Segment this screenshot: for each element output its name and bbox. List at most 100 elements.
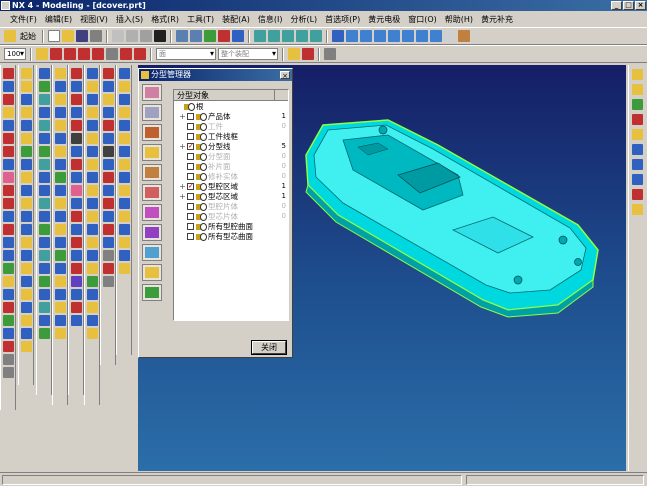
tool-icon[interactable]	[2, 133, 14, 144]
tool-icon[interactable]	[102, 172, 114, 183]
open-file-icon[interactable]	[62, 30, 74, 42]
save-icon[interactable]	[76, 30, 88, 42]
tool-icon[interactable]	[2, 250, 14, 261]
tool-icon[interactable]	[54, 237, 66, 248]
shaded-view-icon[interactable]	[332, 30, 344, 42]
tool-icon[interactable]	[54, 120, 66, 131]
snap-midpoint-icon[interactable]	[78, 48, 90, 60]
tool-icon[interactable]	[38, 315, 50, 326]
top-view-icon[interactable]	[374, 30, 386, 42]
point-icon[interactable]	[106, 48, 118, 60]
tool-icon[interactable]	[2, 107, 14, 118]
tool-icon[interactable]	[2, 94, 14, 105]
tool-icon[interactable]	[54, 315, 66, 326]
tool-icon[interactable]	[54, 302, 66, 313]
tool-icon[interactable]	[38, 263, 50, 274]
roles-icon[interactable]	[631, 174, 643, 185]
tool-icon[interactable]	[70, 133, 82, 144]
tool-icon[interactable]	[102, 120, 114, 131]
tool-icon[interactable]	[118, 263, 130, 274]
tool-icon[interactable]	[54, 224, 66, 235]
tool-icon[interactable]	[102, 185, 114, 196]
tool-icon[interactable]	[118, 198, 130, 209]
tool-icon[interactable]	[102, 133, 114, 144]
tool-icon[interactable]	[2, 341, 14, 352]
tool-icon[interactable]	[20, 341, 32, 352]
tool-icon[interactable]	[38, 185, 50, 196]
tool-icon[interactable]	[2, 120, 14, 131]
rotate-icon[interactable]	[282, 30, 294, 42]
cut-icon[interactable]	[112, 30, 124, 42]
tool-icon[interactable]	[54, 159, 66, 170]
tool-icon[interactable]	[86, 250, 98, 261]
tool-icon[interactable]	[54, 172, 66, 183]
tool-icon[interactable]	[70, 172, 82, 183]
tree-row[interactable]: 所有型腔曲面	[174, 221, 288, 231]
tree-row[interactable]: + 型芯区域 1	[174, 191, 288, 201]
tool-icon[interactable]	[38, 133, 50, 144]
tool-icon[interactable]	[54, 198, 66, 209]
tool-icon[interactable]	[70, 107, 82, 118]
tool-icon[interactable]	[54, 328, 66, 339]
tool-icon[interactable]	[38, 237, 50, 248]
tool-icon[interactable]	[54, 211, 66, 222]
tool-icon[interactable]	[20, 81, 32, 92]
tool-icon[interactable]	[70, 146, 82, 157]
tool-icon[interactable]	[118, 120, 130, 131]
nx-app-icon[interactable]	[1, 1, 10, 10]
tool-icon[interactable]	[2, 263, 14, 274]
tool-icon[interactable]	[86, 315, 98, 326]
visibility-checkbox[interactable]	[187, 192, 194, 200]
tool-icon[interactable]	[38, 107, 50, 118]
visibility-checkbox[interactable]	[187, 152, 194, 160]
tool-icon[interactable]	[2, 302, 14, 313]
tool-icon[interactable]	[70, 276, 82, 287]
tool-icon[interactable]	[2, 328, 14, 339]
tool-icon[interactable]	[20, 302, 32, 313]
menu-tools[interactable]: 工具(T)	[183, 14, 218, 25]
tool-icon[interactable]	[86, 133, 98, 144]
tool-icon[interactable]	[86, 68, 98, 79]
tool-icon[interactable]	[86, 172, 98, 183]
trimetric-view-icon[interactable]	[346, 30, 358, 42]
tool-icon[interactable]	[2, 159, 14, 170]
redo-icon[interactable]	[190, 30, 202, 42]
tool-icon[interactable]	[20, 315, 32, 326]
tool-icon[interactable]	[38, 159, 50, 170]
tool-icon[interactable]	[86, 224, 98, 235]
menu-view[interactable]: 视图(V)	[76, 14, 112, 25]
tool-icon[interactable]	[38, 68, 50, 79]
tool-icon[interactable]	[38, 146, 50, 157]
tool-icon[interactable]	[118, 159, 130, 170]
assembly-navigator-icon[interactable]	[631, 69, 643, 80]
tool-icon[interactable]	[38, 224, 50, 235]
tool-icon[interactable]	[86, 263, 98, 274]
visibility-checkbox[interactable]	[187, 112, 194, 120]
left-view-icon[interactable]	[416, 30, 428, 42]
tool-icon[interactable]	[20, 328, 32, 339]
tool-icon[interactable]	[118, 237, 130, 248]
visibility-checkbox[interactable]: ✓	[187, 182, 194, 190]
tool-icon[interactable]	[86, 198, 98, 209]
tool-icon[interactable]	[54, 107, 66, 118]
snap-center-icon[interactable]	[92, 48, 104, 60]
tool-icon[interactable]	[20, 107, 32, 118]
tool-icon[interactable]	[20, 263, 32, 274]
bottom-view-icon[interactable]	[430, 30, 442, 42]
history-icon[interactable]	[631, 99, 643, 110]
tool-icon[interactable]	[86, 146, 98, 157]
wireframe-icon[interactable]	[444, 30, 456, 42]
tool-icon[interactable]	[70, 159, 82, 170]
menu-insert[interactable]: 插入(S)	[112, 14, 147, 25]
tree-row[interactable]: 工件 0	[174, 121, 288, 131]
tool-icon[interactable]	[70, 224, 82, 235]
tool-icon[interactable]	[2, 68, 14, 79]
tool-icon[interactable]	[118, 94, 130, 105]
visibility-checkbox[interactable]	[187, 122, 194, 130]
tool-icon[interactable]	[2, 237, 14, 248]
tool-icon[interactable]	[20, 172, 32, 183]
tool-icon[interactable]	[70, 263, 82, 274]
menu-information[interactable]: 信息(I)	[254, 14, 287, 25]
tool-icon[interactable]	[70, 237, 82, 248]
tool-icon[interactable]	[118, 250, 130, 261]
